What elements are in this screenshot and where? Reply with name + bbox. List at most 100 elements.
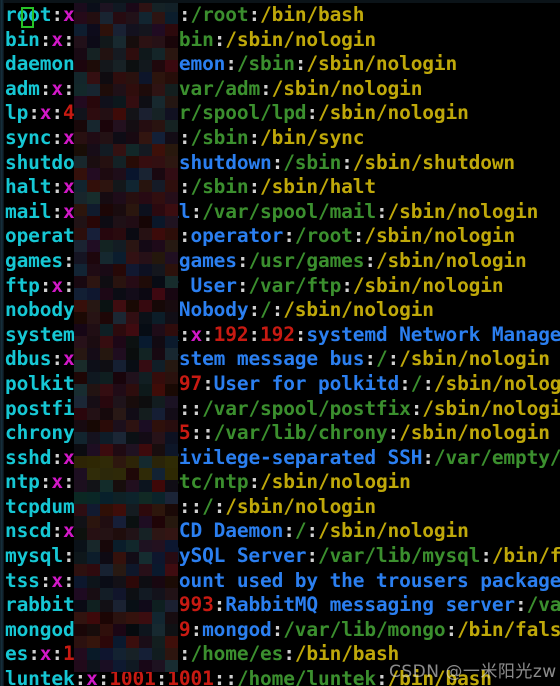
field-separator: :: [515, 593, 527, 617]
mosaic-cell: [152, 492, 165, 504]
mosaic-cell: [165, 60, 178, 72]
mosaic-cell: [126, 216, 139, 228]
field-gecos: mongod: [202, 617, 272, 641]
mosaic-cell: [126, 48, 139, 60]
field-home-directory: /: [202, 494, 214, 518]
mosaic-row: [74, 396, 178, 408]
mosaic-cell: [165, 600, 178, 612]
field-uid: 4: [62, 101, 75, 125]
window-left-border-scrollbar[interactable]: [0, 0, 4, 686]
field-separator: :: [306, 101, 318, 125]
mosaic-cell: [165, 540, 178, 552]
mosaic-cell: [100, 144, 113, 156]
mosaic-cell: [165, 180, 178, 192]
mosaic-cell: [87, 252, 100, 264]
mosaic-cell: [113, 348, 126, 360]
field-separator: :: [202, 371, 214, 395]
field-separator: :: [39, 470, 52, 494]
field-separator: :: [399, 371, 411, 395]
mosaic-cell: [74, 144, 87, 156]
mosaic-row: [74, 48, 178, 60]
mosaic-cell: [113, 360, 126, 372]
field-login-shell: /sbin/nologin: [375, 248, 527, 272]
mosaic-cell: [152, 180, 165, 192]
mosaic-cell: [87, 468, 100, 480]
mosaic-cell: [113, 528, 126, 540]
mosaic-cell: [126, 528, 139, 540]
mosaic-cell: [113, 648, 126, 660]
mosaic-cell: [113, 408, 126, 420]
mosaic-cell: [139, 576, 152, 588]
mosaic-cell: [74, 228, 87, 240]
field-separator: :: [248, 3, 261, 26]
mosaic-cell: [113, 72, 126, 84]
mosaic-cell: [113, 144, 126, 156]
mosaic-cell: [113, 420, 126, 432]
mosaic-cell: [152, 468, 165, 480]
field-separator: :: [248, 125, 261, 149]
mosaic-row: [74, 156, 178, 168]
mosaic-row: [74, 612, 178, 624]
mosaic-cell: [165, 264, 178, 276]
mosaic-cell: [87, 84, 100, 96]
mosaic-cell: [113, 168, 126, 180]
mosaic-cell: [113, 276, 126, 288]
mosaic-cell: [74, 396, 87, 408]
mosaic-cell: [165, 516, 178, 528]
mosaic-cell: [165, 396, 178, 408]
mosaic-cell: [87, 156, 100, 168]
mosaic-cell: [152, 336, 165, 348]
field-separator: :: [190, 617, 203, 641]
field-separator: :: [283, 642, 295, 666]
mosaic-cell: [152, 192, 165, 204]
field-home-directory: /var/adm: [167, 76, 261, 100]
mosaic-cell: [152, 384, 165, 396]
mosaic-cell: [139, 276, 152, 288]
mosaic-cell: [139, 240, 152, 252]
field-login-shell: /sbin/nologin: [317, 101, 469, 125]
mosaic-cell: [100, 336, 113, 348]
mosaic-cell: [165, 48, 178, 60]
mosaic-row: [74, 60, 178, 72]
field-password-placeholder: x: [62, 445, 75, 469]
field-password-placeholder: x: [51, 27, 63, 51]
mosaic-cell: [100, 564, 113, 576]
mosaic-cell: [113, 372, 126, 384]
mosaic-cell: [100, 324, 113, 336]
field-login-shell: /sbin/nologin: [260, 470, 411, 494]
field-home-directory: /usr/games: [248, 248, 365, 272]
mosaic-cell: [87, 408, 100, 420]
field-separator: :: [190, 494, 203, 518]
mosaic-cell: [126, 396, 139, 408]
mosaic-cell: [74, 216, 87, 228]
mosaic-cell: [152, 120, 165, 132]
field-username: sync: [5, 125, 52, 149]
mosaic-cell: [100, 240, 113, 252]
mosaic-cell: [126, 192, 139, 204]
mosaic-cell: [87, 516, 100, 528]
field-separator: :: [39, 273, 52, 297]
mosaic-cell: [126, 264, 139, 276]
mosaic-cell: [165, 576, 178, 588]
field-separator: :: [62, 544, 75, 568]
mosaic-cell: [100, 192, 113, 204]
field-separator: :: [271, 298, 284, 322]
field-separator: :: [51, 175, 63, 199]
mosaic-cell: [139, 72, 152, 84]
mosaic-cell: [74, 348, 87, 360]
mosaic-cell: [87, 480, 100, 492]
mosaic-cell: [87, 12, 100, 24]
field-gecos: operator: [190, 224, 284, 248]
field-gecos: User for polkitd: [213, 371, 400, 395]
mosaic-cell: [100, 492, 113, 504]
mosaic-cell: [165, 588, 178, 600]
field-separator: :: [306, 519, 318, 543]
mosaic-cell: [113, 636, 126, 648]
mosaic-cell: [113, 540, 126, 552]
mosaic-cell: [100, 444, 113, 456]
mosaic-cell: [165, 72, 178, 84]
mosaic-cell: [74, 24, 87, 36]
mosaic-cell: [100, 84, 113, 96]
mosaic-cell: [152, 420, 165, 432]
mosaic-cell: [74, 156, 87, 168]
